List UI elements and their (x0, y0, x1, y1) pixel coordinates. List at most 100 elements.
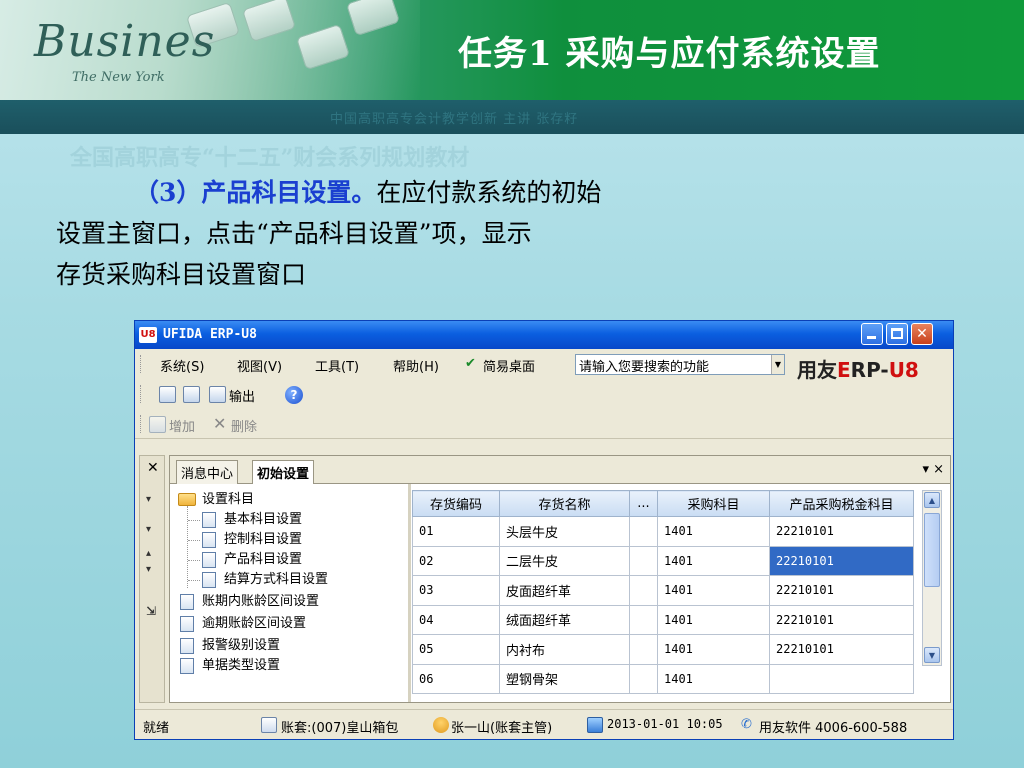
rail-up-icon[interactable]: ▴ (146, 548, 151, 559)
cell-purchase-subject[interactable]: 1401 (657, 604, 770, 635)
cell-code[interactable]: 06 (412, 663, 500, 694)
u8-logo-icon: U8 (139, 327, 157, 343)
cell-name[interactable]: 头层牛皮 (499, 516, 630, 547)
account-icon (261, 717, 277, 733)
cell-more[interactable] (629, 575, 658, 606)
menubar-grip (140, 355, 143, 373)
calendar-icon (587, 717, 603, 733)
document-icon (202, 511, 216, 528)
tree-item-basic-subject[interactable]: 基本科目设置 (202, 510, 302, 530)
table-row[interactable]: 05 内衬布 1401 22210101 (412, 634, 914, 665)
status-account: 账套:(007)皇山箱包 (281, 721, 399, 736)
navigation-rail: ✕ ▾ ▾ ▴ ▾ ⇲ (139, 455, 165, 703)
cell-purchase-subject[interactable]: 1401 (657, 516, 770, 547)
cell-name[interactable]: 二层牛皮 (499, 545, 630, 576)
cell-more[interactable] (629, 545, 658, 576)
tab-initial-settings[interactable]: 初始设置 (252, 460, 315, 484)
simple-desktop-button[interactable]: 简易桌面 (483, 356, 535, 375)
status-user: 张一山(账套主管) (451, 721, 553, 736)
cell-more[interactable] (629, 604, 658, 635)
column-header-inventory-name[interactable]: 存货名称 (499, 490, 630, 517)
tab-message-center[interactable]: 消息中心 (176, 460, 239, 484)
print-icon[interactable] (159, 386, 176, 403)
pane-splitter[interactable] (408, 484, 411, 702)
cell-purchase-subject[interactable]: 1401 (657, 634, 770, 665)
cell-tax-subject[interactable]: 22210101 (769, 634, 914, 665)
cell-name[interactable]: 内衬布 (499, 634, 630, 665)
close-icon: ✕ (916, 326, 928, 342)
tree-item-overdue-aging[interactable]: 逾期账龄区间设置 (180, 614, 306, 634)
cell-code[interactable]: 01 (412, 516, 500, 547)
column-header-inventory-code[interactable]: 存货编码 (412, 490, 500, 517)
column-header-tax-subject[interactable]: 产品采购税金科目 (769, 490, 914, 517)
cell-name[interactable]: 塑钢骨架 (499, 663, 630, 694)
output-button[interactable]: 输出 (229, 386, 255, 405)
cell-tax-subject-selected[interactable]: 22210101 (769, 545, 914, 576)
tree-item-aging-period[interactable]: 账期内账龄区间设置 (180, 592, 319, 612)
tree-item-control-subject[interactable]: 控制科目设置 (202, 530, 302, 550)
maximize-button[interactable] (886, 323, 908, 345)
cell-code[interactable]: 03 (412, 575, 500, 606)
menu-view[interactable]: 视图(V) (237, 356, 282, 375)
output-icon[interactable] (209, 386, 226, 403)
menu-system[interactable]: 系统(S) (160, 356, 204, 375)
search-dropdown-icon[interactable]: ▼ (771, 355, 784, 374)
cell-more[interactable] (629, 663, 658, 694)
cell-more[interactable] (629, 634, 658, 665)
scroll-up-icon[interactable]: ▲ (924, 492, 940, 508)
cell-purchase-subject[interactable]: 1401 (657, 575, 770, 606)
cell-purchase-subject[interactable]: 1401 (657, 545, 770, 576)
tab-bar: 消息中心 初始设置 ▾ × (170, 456, 950, 484)
rail-close-icon[interactable]: ✕ (147, 460, 159, 476)
menu-tools[interactable]: 工具(T) (315, 356, 359, 375)
column-header-purchase-subject[interactable]: 采购科目 (657, 490, 770, 517)
document-icon (180, 593, 194, 610)
rail-down-icon[interactable]: ▾ (146, 564, 151, 575)
search-input[interactable]: 请输入您要搜索的功能 (575, 354, 785, 375)
table-row[interactable]: 01 头层牛皮 1401 22210101 (412, 516, 914, 547)
cell-more[interactable] (629, 516, 658, 547)
cell-code[interactable]: 04 (412, 604, 500, 635)
table-row[interactable]: 02 二层牛皮 1401 22210101 (412, 545, 914, 576)
rail-expand-icon[interactable]: ▾ (146, 494, 151, 505)
tree-item-document-type[interactable]: 单据类型设置 (180, 656, 280, 676)
cell-tax-subject[interactable]: 22210101 (769, 575, 914, 606)
tree-item-alert-level[interactable]: 报警级别设置 (180, 636, 280, 656)
close-button[interactable]: ✕ (911, 323, 933, 345)
table-row[interactable]: 04 绒面超纤革 1401 22210101 (412, 604, 914, 635)
preview-icon[interactable] (183, 386, 200, 403)
rail-collapse-icon[interactable]: ▾ (146, 524, 151, 535)
tree-item-product-subject[interactable]: 产品科目设置 (202, 550, 302, 570)
rail-pin-icon[interactable]: ⇲ (146, 604, 156, 618)
add-button[interactable]: 增加 (169, 416, 195, 435)
menu-help[interactable]: 帮助(H) (393, 356, 439, 375)
cell-tax-subject[interactable]: 22210101 (769, 604, 914, 635)
document-icon (202, 531, 216, 548)
table-row[interactable]: 06 塑钢骨架 1401 (412, 663, 914, 694)
user-icon (433, 717, 449, 733)
tree-item-settlement-subject[interactable]: 结算方式科目设置 (202, 570, 328, 590)
tree-item-root[interactable]: 设置科目 (178, 490, 254, 510)
maximize-icon (891, 328, 903, 339)
cell-code[interactable]: 05 (412, 634, 500, 665)
window-titlebar[interactable]: U8 UFIDA ERP-U8 ✕ (135, 321, 953, 349)
inventory-subject-grid: 存货编码 存货名称 ... 采购科目 产品采购税金科目 01 头层牛皮 1401… (412, 490, 914, 694)
cell-code[interactable]: 02 (412, 545, 500, 576)
minimize-button[interactable] (861, 323, 883, 345)
delete-button[interactable]: 删除 (231, 416, 257, 435)
scroll-down-icon[interactable]: ▼ (924, 647, 940, 663)
document-icon (202, 571, 216, 588)
cell-purchase-subject[interactable]: 1401 (657, 663, 770, 694)
cell-tax-subject[interactable] (769, 663, 914, 694)
tree-connector (188, 540, 200, 541)
cell-name[interactable]: 绒面超纤革 (499, 604, 630, 635)
grid-scrollbar[interactable]: ▲ ▼ (922, 490, 942, 666)
ghost-text: 全国高职高专“十二五”财会系列规划教材 (70, 145, 470, 171)
cell-name[interactable]: 皮面超纤革 (499, 575, 630, 606)
help-icon[interactable]: ? (285, 386, 303, 404)
table-row[interactable]: 03 皮面超纤革 1401 22210101 (412, 575, 914, 606)
tab-controls[interactable]: ▾ × (922, 462, 944, 477)
column-header-more[interactable]: ... (629, 490, 658, 517)
scroll-thumb[interactable] (924, 513, 940, 587)
cell-tax-subject[interactable]: 22210101 (769, 516, 914, 547)
